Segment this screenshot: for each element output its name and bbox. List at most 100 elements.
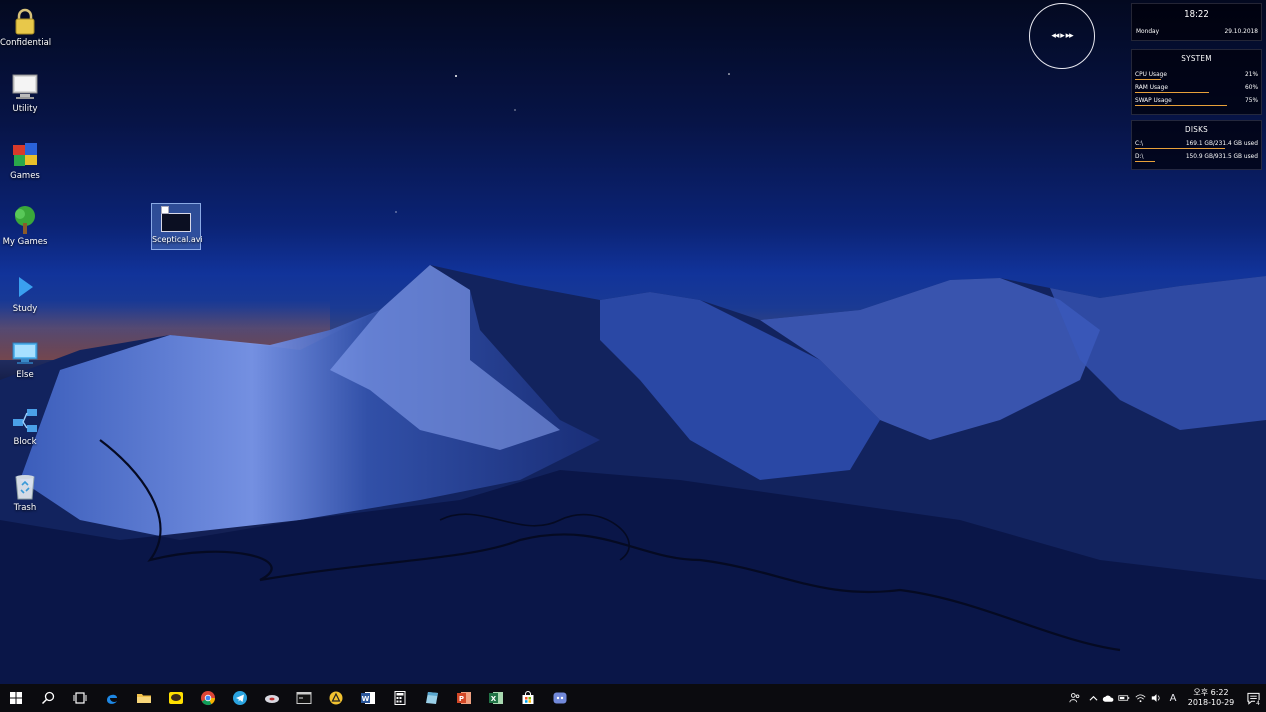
powerpoint-icon: P [457,692,471,704]
taskbar: W P X A 오후 6:22 2018-10-29 4 [0,684,1266,712]
desktop-icon-study[interactable]: Study [0,272,50,315]
word-icon: W [361,692,375,704]
monitor-icon [12,74,38,99]
desktop-file-label: Sceptical.avi [152,235,203,244]
store-button[interactable] [512,684,544,712]
calculator-button[interactable] [384,684,416,712]
desktop-icon-label: Else [16,370,34,380]
clock-day: Monday [1136,27,1160,35]
disc-app-button[interactable] [256,684,288,712]
action-center-button[interactable]: 4 [1240,684,1266,712]
row-value: 150.9 GB/931.5 GB used [1185,152,1258,160]
windows-logo-icon [10,692,22,704]
file-explorer-button[interactable] [128,684,160,712]
people-icon[interactable] [1064,684,1086,712]
video-file-icon [161,213,191,232]
task-view-button[interactable] [64,684,96,712]
usage-bar [1135,79,1161,80]
game-box-icon [13,143,37,166]
desktop-icon-label: Games [10,171,40,181]
play-triangle-icon [19,277,33,297]
desktop-icon-label: Study [12,304,38,314]
folder-icon [137,694,151,703]
search-button[interactable] [32,684,64,712]
desktop-icon-else[interactable]: Else [0,338,50,381]
clock-date: 29.10.2018 [1224,27,1258,35]
tree-icon [15,206,35,234]
desktop-icon-games[interactable]: Games [0,139,50,182]
desktop-icon-my-games[interactable]: My Games [0,205,50,248]
powerpoint-button[interactable]: P [448,684,480,712]
task-view-icon [73,692,87,704]
system-widget: SYSTEM CPU Usage 21% RAM Usage 60% SWAP … [1131,49,1262,115]
notes-icon [426,692,438,704]
disks-title: DISKS [1184,125,1209,134]
cpu-usage-row: CPU Usage 21% [1135,68,1258,81]
desktop-icon-label: Block [13,437,37,447]
disks-widget: DISKS C:\ 169.1 GB/231.4 GB used D:\ 150… [1131,120,1262,170]
media-prev-play-next-icon[interactable]: ◂◂ ▸ ▸▸ [1051,31,1073,41]
row-value: 60% [1245,83,1258,91]
row-value: 21% [1245,70,1258,78]
discord-button[interactable] [544,684,576,712]
desktop: Confidential Utility Games My Games Stud… [0,0,1266,684]
wifi-icon[interactable] [1132,684,1148,712]
cloud-icon[interactable] [1100,684,1116,712]
wallpaper-mountains [0,73,1266,684]
calculator-icon [394,691,406,705]
notes-button[interactable] [416,684,448,712]
media-control-widget[interactable]: ◂◂ ▸ ▸▸ [1029,3,1095,69]
volume-icon[interactable] [1148,684,1164,712]
chat-bubble-icon [169,692,183,704]
edge-button[interactable] [96,684,128,712]
battery-icon[interactable] [1116,684,1132,712]
warning-triangle-icon [329,691,343,705]
input-method-indicator[interactable]: A [1164,684,1182,712]
warning-app-button[interactable] [320,684,352,712]
terminal-icon [296,692,312,704]
system-title: SYSTEM [1181,54,1212,63]
chrome-button[interactable] [192,684,224,712]
search-icon [41,691,55,705]
system-tray: A 오후 6:22 2018-10-29 4 [1064,684,1266,712]
desktop-icon-block[interactable]: Block [0,405,50,448]
telegram-button[interactable] [224,684,256,712]
taskbar-time: 오후 6:22 [1193,688,1229,697]
show-hidden-icons-chevron-icon[interactable] [1086,684,1100,712]
notification-count-badge: 4 [1255,700,1261,707]
svg-text:P: P [459,695,464,703]
desktop-icon-trash[interactable]: Trash [0,471,50,514]
terminal-button[interactable] [288,684,320,712]
start-button[interactable] [0,684,32,712]
desktop-file-sceptical[interactable]: Sceptical.avi [151,203,203,250]
desktop-icon-label: My Games [2,237,48,247]
padlock-icon [15,8,35,35]
taskbar-clock[interactable]: 오후 6:22 2018-10-29 [1182,688,1240,708]
paper-plane-icon [233,691,247,705]
disc-icon [265,695,279,703]
taskbar-date: 2018-10-29 [1187,698,1235,707]
edge-icon [107,694,117,704]
usage-bar [1135,161,1155,162]
network-icon [13,409,37,432]
desktop-icon-utility[interactable]: Utility [0,72,50,115]
usage-bar [1135,92,1209,93]
monitor-window-icon [12,342,38,364]
kakaotalk-button[interactable] [160,684,192,712]
ram-usage-row: RAM Usage 60% [1135,81,1258,94]
chrome-icon [201,691,216,706]
selection-checkbox[interactable] [161,206,169,214]
desktop-icon-confidential[interactable]: Confidential [0,6,52,49]
word-button[interactable]: W [352,684,384,712]
recycle-bin-icon [15,475,35,500]
desktop-icon-label: Utility [12,104,38,114]
svg-text:W: W [362,695,370,703]
disk-d-row: D:\ 150.9 GB/931.5 GB used [1135,150,1258,163]
excel-button[interactable]: X [480,684,512,712]
desktop-icon-label: Confidential [0,38,52,48]
usage-bar [1135,148,1225,149]
svg-text:X: X [491,695,497,703]
store-bag-icon [522,691,534,704]
clock-widget: 18:22 Monday 29.10.2018 [1131,3,1262,41]
desktop-icon-label: Trash [13,503,37,513]
